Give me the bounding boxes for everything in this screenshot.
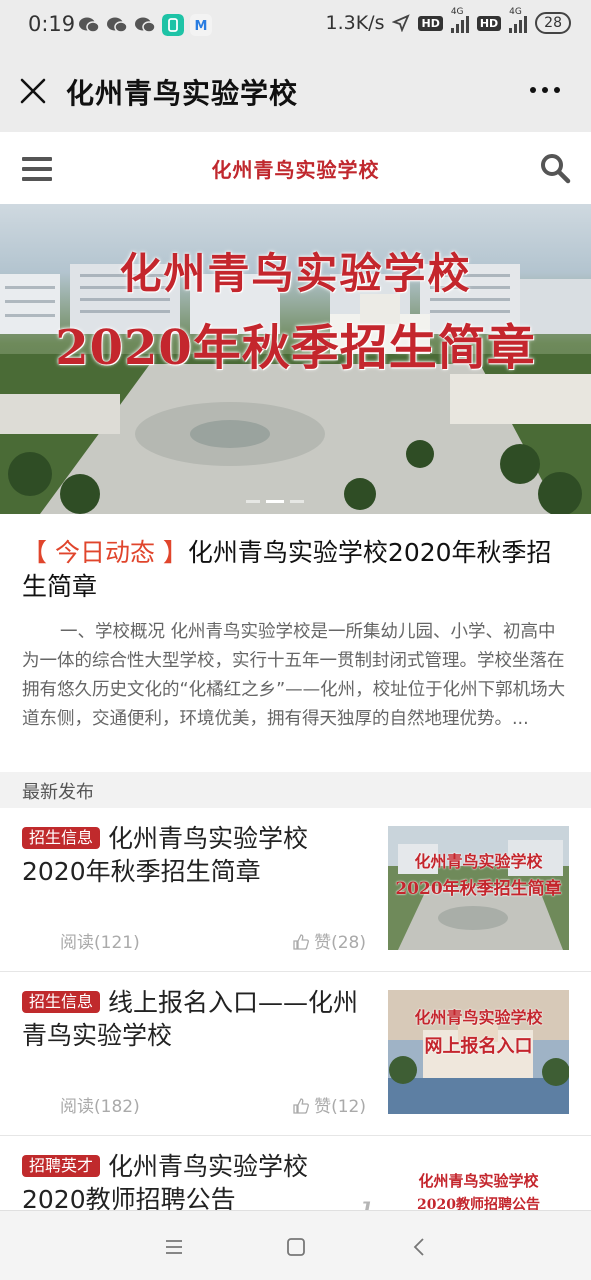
network-speed: 1.3K/s: [325, 12, 385, 34]
signal-icon: 4G: [450, 7, 469, 33]
network-type: 4G: [509, 7, 522, 17]
home-icon[interactable]: [284, 1235, 308, 1259]
recent-apps-icon[interactable]: [162, 1235, 186, 1259]
thumbnail-line2: 网上报名入口: [424, 1036, 533, 1057]
like-count: 赞(12): [314, 1097, 366, 1117]
site-logo[interactable]: 化州青鸟实验学校: [0, 154, 591, 183]
close-icon[interactable]: [18, 76, 48, 106]
banner-subheadline: 2020年秋季招生简章: [55, 320, 536, 376]
notification-icons: M: [78, 14, 212, 36]
article-title: 招生信息 线上报名入口——化州青鸟实验学校: [22, 986, 362, 1052]
wechat-icon: [79, 17, 100, 33]
article-meta: 阅读(121) 赞(28): [60, 928, 366, 953]
app-green-icon: [162, 14, 184, 36]
article-title: 招聘英才 化州青鸟实验学校2020教师招聘公告: [22, 1150, 362, 1216]
status-bar: 0:19 M 1.3K/s HD 4G HD 4G 28: [0, 0, 591, 52]
thumbs-up-icon: [293, 1098, 309, 1114]
more-options-icon[interactable]: [527, 78, 563, 102]
status-time: 0:19: [28, 12, 76, 36]
article-thumbnail[interactable]: 化州青鸟实验学校 网上报名入口: [388, 990, 569, 1114]
banner-headline: 化州青鸟实验学校: [119, 249, 472, 298]
browser-title-bar: 化州青鸟实验学校: [0, 52, 591, 132]
featured-title: 【 今日动态 】化州青鸟实验学校2020年秋季招生简章: [22, 536, 569, 604]
back-icon[interactable]: [408, 1235, 432, 1259]
battery-indicator: 28: [535, 12, 571, 34]
campus-plaza-illustration: [0, 354, 591, 514]
thumbnail-line2: 2020年秋季招生简章: [395, 879, 562, 899]
article-thumbnail[interactable]: 化州青鸟实验学校 2020年秋季招生简章: [388, 826, 569, 950]
section-header: 最新发布: [0, 772, 591, 808]
featured-excerpt: 一、学校概况 化州青鸟实验学校是一所集幼儿园、小学、初高中为一体的综合性大型学校…: [22, 622, 566, 729]
carousel-dot-active[interactable]: [266, 500, 284, 503]
carousel-dot[interactable]: [246, 500, 260, 503]
category-badge: 招聘英才: [22, 1155, 101, 1177]
read-count: 阅读(182): [60, 1097, 140, 1117]
page-title: 化州青鸟实验学校: [66, 77, 299, 110]
thumbnail-line1: 化州青鸟实验学校: [418, 1172, 539, 1190]
carousel-dot[interactable]: [290, 500, 304, 503]
thumbnail-line1: 化州青鸟实验学校: [414, 852, 543, 871]
article-title: 招生信息 化州青鸟实验学校2020年秋季招生简章: [22, 822, 362, 888]
like-button[interactable]: 赞(12): [293, 1092, 366, 1117]
like-button[interactable]: 赞(28): [293, 928, 366, 953]
banner-carousel[interactable]: 化州青鸟实验学校 2020年秋季招生简章: [0, 204, 591, 514]
featured-tag: 【 今日动态 】: [22, 538, 188, 567]
thumbs-up-icon: [293, 934, 309, 950]
search-icon[interactable]: [539, 152, 571, 184]
signal-icon: 4G: [509, 7, 528, 33]
status-right: 1.3K/s HD 4G HD 4G 28: [325, 7, 571, 34]
list-item[interactable]: 招生信息 线上报名入口——化州青鸟实验学校 阅读(182) 赞(12) 化州青鸟实…: [0, 972, 591, 1136]
carousel-indicators: [246, 500, 304, 503]
thumbnail-line1: 化州青鸟实验学校: [414, 1008, 543, 1027]
section-label: 最新发布: [22, 782, 94, 803]
svg-text:M: M: [195, 19, 208, 34]
app-m-icon: M: [190, 14, 212, 36]
category-badge: 招生信息: [22, 827, 101, 849]
hd-badge: HD: [418, 15, 443, 31]
list-item[interactable]: 招生信息 化州青鸟实验学校2020年秋季招生简章 阅读(121) 赞(28) 化州…: [0, 808, 591, 972]
article-meta: 阅读(182) 赞(12): [60, 1092, 366, 1117]
wechat-icon: [135, 17, 156, 33]
location-icon: [392, 14, 411, 32]
read-count: 阅读(121): [60, 933, 140, 953]
wechat-icon: [107, 17, 128, 33]
featured-article[interactable]: 【 今日动态 】化州青鸟实验学校2020年秋季招生简章 一、学校概况 化州青鸟实…: [0, 514, 591, 772]
like-count: 赞(28): [314, 933, 366, 953]
site-header: 化州青鸟实验学校: [0, 132, 591, 204]
system-nav-bar: [0, 1210, 591, 1280]
hd-badge: HD: [476, 15, 502, 31]
network-type: 4G: [450, 7, 464, 17]
category-badge: 招生信息: [22, 991, 101, 1013]
